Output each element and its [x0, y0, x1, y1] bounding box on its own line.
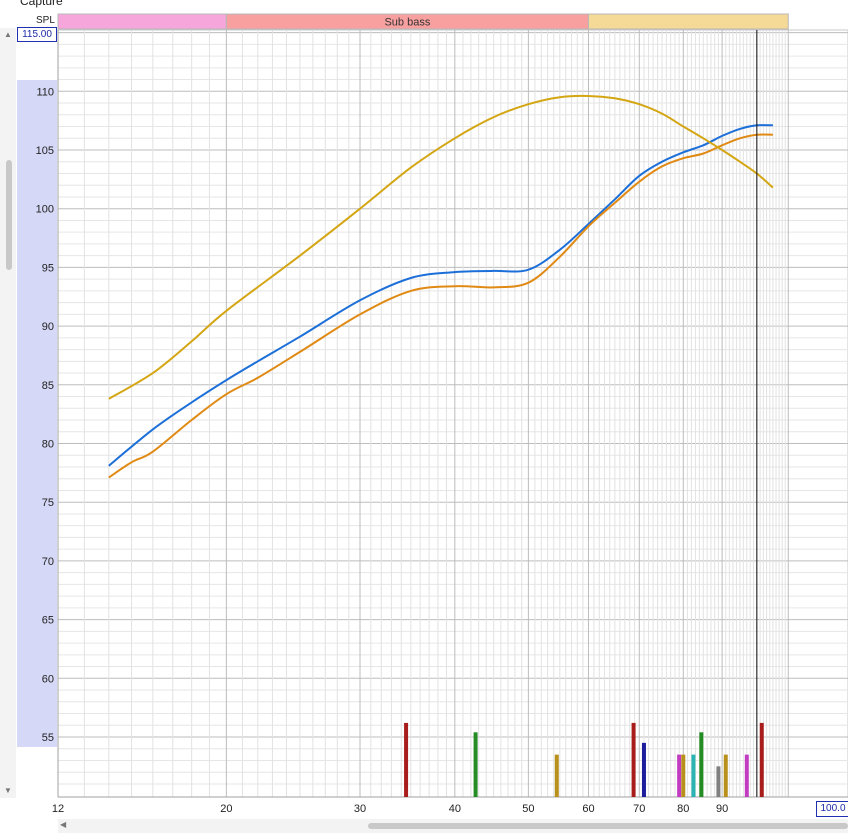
- y-tick-label: 95: [42, 262, 54, 274]
- x-tick-label: 30: [354, 803, 366, 815]
- peak-marker-6: [681, 754, 686, 797]
- series-line-1: [108, 133, 773, 479]
- y-tick-label: 75: [42, 497, 54, 509]
- x-tick-label: 12: [52, 803, 64, 815]
- frequency-bands: Sub bass: [57, 13, 789, 30]
- y-max-readout[interactable]: 115.00: [17, 27, 57, 42]
- x-tick-label: 70: [633, 803, 645, 815]
- x-tick-label: 80: [677, 803, 689, 815]
- peak-marker-8: [699, 732, 704, 797]
- peak-marker-2: [554, 754, 559, 797]
- peak-marker-1: [473, 732, 478, 797]
- y-tick-label: 90: [42, 321, 54, 333]
- peak-marker-0: [404, 722, 409, 797]
- spl-chart[interactable]: Sub bass 55 60 65 70 75 80 85 90 95 100 105 110 12 20…: [0, 0, 848, 834]
- y-tick-label: 60: [42, 673, 54, 685]
- horizontal-scroll-thumb[interactable]: [368, 823, 848, 829]
- peak-marker-10: [723, 754, 728, 797]
- series-line-0: [108, 124, 773, 467]
- y-tick-label: 65: [42, 615, 54, 627]
- y-tick-label: 85: [42, 380, 54, 392]
- x-tick-label: 60: [582, 803, 594, 815]
- frequency-band-label: Sub bass: [384, 17, 430, 29]
- peak-marker-4: [641, 742, 646, 797]
- peak-marker-3: [631, 722, 636, 797]
- frequency-band-2: [587, 13, 789, 30]
- peak-marker-11: [744, 754, 749, 797]
- y-tick-label: 105: [36, 145, 54, 157]
- x-tick-label: 40: [449, 803, 461, 815]
- y-tick-label: 100: [36, 204, 54, 216]
- y-tick-label: 110: [36, 86, 54, 98]
- y-tick-label: 55: [42, 732, 54, 744]
- scroll-left-arrow-icon[interactable]: ◀: [60, 820, 70, 832]
- x-cursor-readout[interactable]: 100.0: [816, 801, 848, 817]
- series-line-2: [108, 94, 774, 400]
- frequency-band-0: [57, 13, 227, 30]
- peak-marker-7: [691, 754, 696, 797]
- x-tick-label: 90: [716, 803, 728, 815]
- peak-markers: [404, 722, 764, 797]
- peak-marker-5: [677, 754, 682, 797]
- y-tick-label: 80: [42, 439, 54, 451]
- x-tick-label: 20: [220, 803, 232, 815]
- peak-marker-9: [716, 766, 721, 797]
- y-axis-label: SPL: [36, 15, 55, 26]
- y-tick-label: 70: [42, 556, 54, 568]
- x-tick-label: 50: [522, 803, 534, 815]
- peak-marker-12: [759, 722, 764, 797]
